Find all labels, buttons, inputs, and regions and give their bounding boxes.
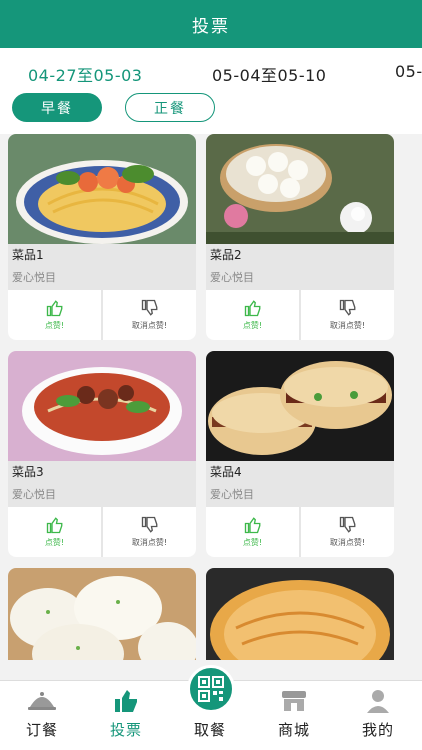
thumbs-down-icon [141, 299, 157, 316]
dish-grid[interactable]: 菜品1 爱心悦目 点赞! 取消点赞! 菜品2 爱心悦目 点赞! 取消点赞! 菜品… [0, 134, 422, 660]
unlike-label: 取消点赞! [329, 321, 366, 330]
dish-card[interactable]: 菜品2 爱心悦目 点赞! 取消点赞! [206, 134, 394, 340]
like-button[interactable]: 点赞! [206, 507, 299, 557]
like-label: 点赞! [242, 538, 263, 547]
meal-breakfast-button[interactable]: 早餐 [12, 93, 102, 122]
cloche-icon [27, 689, 57, 713]
like-label: 点赞! [242, 321, 263, 330]
unlike-button[interactable]: 取消点赞! [103, 290, 196, 340]
thumbs-down-icon [339, 516, 355, 533]
unlike-label: 取消点赞! [131, 538, 168, 547]
unlike-button[interactable]: 取消点赞! [103, 507, 196, 557]
shop-icon [280, 689, 308, 713]
unlike-label: 取消点赞! [131, 321, 168, 330]
tab-vote[interactable]: 投票 [84, 681, 168, 750]
tab-label: 取餐 [193, 721, 226, 739]
dish-name: 菜品3 [12, 465, 44, 479]
tab-label: 我的 [361, 721, 394, 739]
dish-card[interactable]: 菜品4 爱心悦目 点赞! 取消点赞! [206, 351, 394, 557]
dish-description: 爱心悦目 [12, 271, 56, 284]
thumbs-down-icon [339, 299, 355, 316]
tab-label: 商城 [277, 721, 310, 739]
dish-card[interactable] [8, 568, 196, 660]
thumbs-up-icon [244, 517, 260, 534]
meal-main-button[interactable]: 正餐 [125, 93, 215, 122]
tab-label: 投票 [109, 721, 142, 739]
dish-description: 爱心悦目 [210, 271, 254, 284]
unlike-label: 取消点赞! [329, 538, 366, 547]
dish-card[interactable]: 菜品1 爱心悦目 点赞! 取消点赞! [8, 134, 196, 340]
dish-name: 菜品1 [12, 248, 44, 262]
tab-label: 订餐 [25, 721, 58, 739]
qr-code-icon [198, 676, 224, 702]
unlike-button[interactable]: 取消点赞! [301, 507, 394, 557]
thumbs-up-icon [244, 300, 260, 317]
thumbs-up-icon [46, 300, 62, 317]
qr-scan-button[interactable] [187, 665, 235, 713]
dish-description: 爱心悦目 [12, 488, 56, 501]
user-icon [366, 689, 390, 713]
dish-image [8, 351, 196, 461]
thumbs-down-icon [141, 516, 157, 533]
page-title: 投票 [192, 16, 230, 37]
tab-me[interactable]: 我的 [336, 681, 420, 750]
tab-order[interactable]: 订餐 [0, 681, 84, 750]
dish-name: 菜品2 [210, 248, 242, 262]
like-button[interactable]: 点赞! [8, 290, 101, 340]
thumbs-up-icon [46, 517, 62, 534]
week-tab-partial[interactable]: 05- [395, 62, 422, 81]
dish-card[interactable] [206, 568, 394, 660]
like-label: 点赞! [44, 321, 65, 330]
like-button[interactable]: 点赞! [8, 507, 101, 557]
thumbs-up-icon [113, 689, 139, 713]
week-tab-next[interactable]: 05-04至05-10 [212, 62, 327, 86]
like-button[interactable]: 点赞! [206, 290, 299, 340]
week-tab-current[interactable]: 04-27至05-03 [28, 62, 143, 86]
dish-image [206, 351, 394, 461]
unlike-button[interactable]: 取消点赞! [301, 290, 394, 340]
dish-image [8, 134, 196, 244]
dish-name: 菜品4 [210, 465, 242, 479]
app-header: 投票 [0, 0, 422, 48]
dish-card[interactable]: 菜品3 爱心悦目 点赞! 取消点赞! [8, 351, 196, 557]
like-label: 点赞! [44, 538, 65, 547]
dish-image [8, 568, 196, 660]
dish-image [206, 134, 394, 244]
tab-shop[interactable]: 商城 [252, 681, 336, 750]
dish-image [206, 568, 394, 660]
dish-description: 爱心悦目 [210, 488, 254, 501]
